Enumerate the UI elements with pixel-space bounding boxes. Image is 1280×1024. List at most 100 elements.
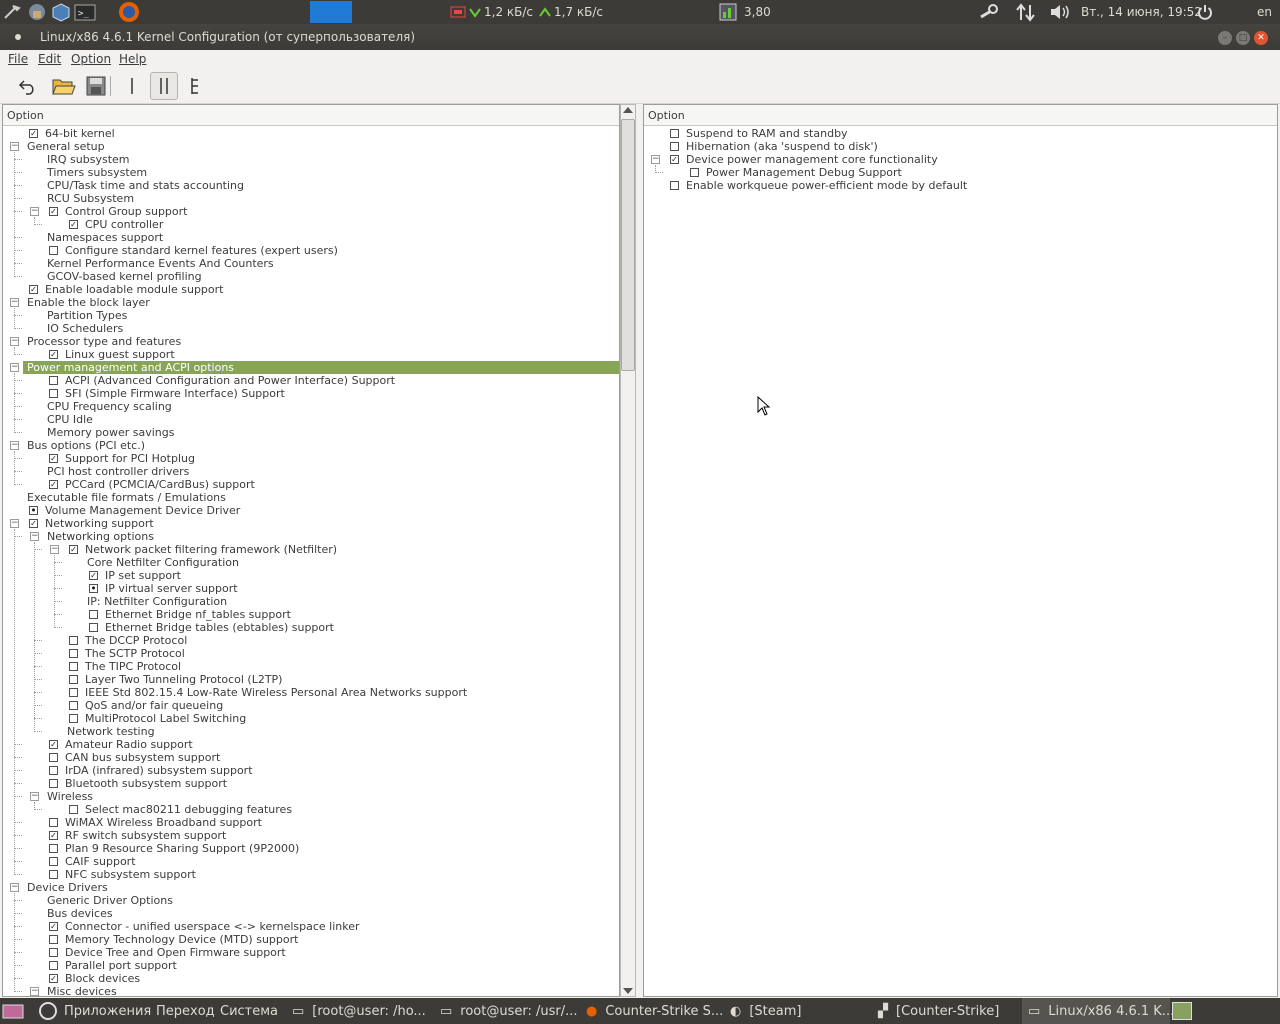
window-titlebar[interactable]: Linux/x86 4.6.1 Kernel Configuration (от… <box>0 24 1280 50</box>
tree-row[interactable]: CPU/Task time and stats accounting <box>3 179 619 192</box>
scroll-thumb[interactable] <box>621 119 635 371</box>
tree-row[interactable]: − General setup <box>3 140 619 153</box>
tree-row[interactable]: IP: Netfilter Configuration <box>3 595 619 608</box>
tree-row[interactable]: IEEE Std 802.15.4 Low-Rate Wireless Pers… <box>3 686 619 699</box>
tree-row[interactable]: Ethernet Bridge tables (ebtables) suppor… <box>3 621 619 634</box>
tree-row[interactable]: Core Netfilter Configuration <box>3 556 619 569</box>
tree-row[interactable]: The SCTP Protocol <box>3 647 619 660</box>
tree-row[interactable]: Ethernet Bridge nf_tables support <box>3 608 619 621</box>
single-view-icon[interactable] <box>118 72 146 100</box>
system-menu[interactable]: Система <box>220 998 278 1024</box>
option-checkbox[interactable]: ✓ <box>49 831 58 840</box>
tree-row[interactable]: ✓ Connector - unified userspace <-> kerne… <box>3 920 619 933</box>
tree-row[interactable]: Plan 9 Resource Sharing Support (9P2000) <box>3 842 619 855</box>
tree-row[interactable]: ACPI (Advanced Configuration and Power I… <box>3 374 619 387</box>
option-checkbox[interactable] <box>49 766 58 775</box>
tree-row[interactable]: Parallel port support <box>3 959 619 972</box>
option-checkbox[interactable] <box>89 623 98 632</box>
open-folder-icon[interactable] <box>50 72 78 100</box>
tree-row[interactable]: The TIPC Protocol <box>3 660 619 673</box>
collapse-toggle-icon[interactable]: − <box>10 883 19 892</box>
show-desktop-icon[interactable] <box>2 998 24 1024</box>
option-checkbox[interactable] <box>49 753 58 762</box>
back-icon[interactable] <box>14 72 42 100</box>
task-steam[interactable]: ◐ [Steam] <box>730 998 801 1024</box>
tree-row[interactable]: Device Tree and Open Firmware support <box>3 946 619 959</box>
option-checkbox[interactable]: ✓ <box>49 350 58 359</box>
save-icon[interactable] <box>82 72 110 100</box>
tree-row[interactable]: ✓ PCCard (PCMCIA/CardBus) support <box>3 478 619 491</box>
tree-row[interactable]: NFC subsystem support <box>3 868 619 881</box>
option-checkbox[interactable]: ✓ <box>29 129 38 138</box>
tree-row[interactable]: CAN bus subsystem support <box>3 751 619 764</box>
option-checkbox[interactable]: ✓ <box>49 740 58 749</box>
tree-row[interactable]: − ✓ Network packet filtering framework (Ne… <box>3 543 619 556</box>
collapse-toggle-icon[interactable]: − <box>10 363 19 372</box>
tree-row[interactable]: • Volume Management Device Driver <box>3 504 619 517</box>
option-checkbox[interactable] <box>49 779 58 788</box>
applications-menu[interactable]: Приложения <box>64 998 151 1024</box>
volume-icon[interactable] <box>1048 0 1074 24</box>
tree-row[interactable]: Network testing <box>3 725 619 738</box>
option-checkbox[interactable] <box>49 870 58 879</box>
option-checkbox[interactable]: ✓ <box>49 922 58 931</box>
tree-row[interactable]: IRQ subsystem <box>3 153 619 166</box>
option-checkbox[interactable]: ✓ <box>49 974 58 983</box>
option-checkbox[interactable] <box>69 688 78 697</box>
tree-row[interactable]: CAIF support <box>3 855 619 868</box>
places-menu[interactable]: Переход <box>156 998 215 1024</box>
tree-row[interactable]: ✓ CPU controller <box>3 218 619 231</box>
collapse-toggle-icon[interactable]: − <box>10 298 19 307</box>
config-tree-pane[interactable]: Option ✓ 64-bit kernel − General setup IRQ s… <box>2 104 620 998</box>
tree-row[interactable]: Hibernation (aka 'suspend to disk') <box>644 140 1277 153</box>
menu-option[interactable]: Option <box>71 52 111 66</box>
tree-row[interactable]: • IP virtual server support <box>3 582 619 595</box>
tree-row[interactable]: ✓ Enable loadable module support <box>3 283 619 296</box>
option-checkbox[interactable]: ✓ <box>29 519 38 528</box>
tree-row[interactable]: Layer Two Tunneling Protocol (L2TP) <box>3 673 619 686</box>
tree-row[interactable]: Kernel Performance Events And Counters <box>3 257 619 270</box>
tree-row[interactable]: Bus devices <box>3 907 619 920</box>
tree-row[interactable]: ✓ RF switch subsystem support <box>3 829 619 842</box>
collapse-toggle-icon[interactable]: − <box>30 532 39 541</box>
collapse-toggle-icon[interactable]: − <box>30 987 39 996</box>
option-checkbox[interactable]: ✓ <box>670 155 679 164</box>
option-checkbox[interactable] <box>49 818 58 827</box>
tree-row[interactable]: − Bus options (PCI etc.) <box>3 439 619 452</box>
option-checkbox[interactable] <box>69 636 78 645</box>
option-checkbox[interactable] <box>69 805 78 814</box>
tree-row[interactable]: Partition Types <box>3 309 619 322</box>
option-checkbox[interactable] <box>670 142 679 151</box>
option-checkbox[interactable] <box>49 935 58 944</box>
tree-row[interactable]: Power Management Debug Support <box>644 166 1277 179</box>
tree-row[interactable]: − Power management and ACPI options <box>10 361 619 374</box>
option-checkbox[interactable] <box>69 675 78 684</box>
tree-row[interactable]: RCU Subsystem <box>3 192 619 205</box>
tree-row[interactable]: Configure standard kernel features (expe… <box>3 244 619 257</box>
option-checkbox[interactable] <box>670 129 679 138</box>
workspace-switcher[interactable] <box>1172 998 1192 1024</box>
tree-row[interactable]: IO Schedulers <box>3 322 619 335</box>
maximize-icon[interactable]: □ <box>1236 31 1250 45</box>
tree-row[interactable]: ✓ Block devices <box>3 972 619 985</box>
left-column-header[interactable]: Option <box>3 105 619 126</box>
option-checkbox[interactable] <box>49 376 58 385</box>
option-checkbox[interactable]: ✓ <box>69 545 78 554</box>
tree-row[interactable]: − Wireless <box>3 790 619 803</box>
tree-row[interactable]: − Processor type and features <box>3 335 619 348</box>
collapse-toggle-icon[interactable]: − <box>651 155 660 164</box>
option-checkbox[interactable]: ✓ <box>49 480 58 489</box>
option-checkbox[interactable] <box>49 857 58 866</box>
tree-row[interactable]: ✓ 64-bit kernel <box>3 127 619 140</box>
option-checkbox[interactable] <box>670 181 679 190</box>
vertical-scrollbar[interactable] <box>620 104 636 997</box>
tree-row[interactable]: ✓ Support for PCI Hotplug <box>3 452 619 465</box>
tree-row[interactable]: WiMAX Wireless Broadband support <box>3 816 619 829</box>
tree-row[interactable]: Enable workqueue power-efficient mode by… <box>644 179 1277 192</box>
browser-icon[interactable] <box>26 0 48 24</box>
tree-row[interactable]: Memory Technology Device (MTD) support <box>3 933 619 946</box>
tree-row[interactable]: SFI (Simple Firmware Interface) Support <box>3 387 619 400</box>
keyboard-layout[interactable]: en <box>1257 0 1272 24</box>
close-icon[interactable]: ✕ <box>1254 31 1268 45</box>
tree-row[interactable]: Timers subsystem <box>3 166 619 179</box>
